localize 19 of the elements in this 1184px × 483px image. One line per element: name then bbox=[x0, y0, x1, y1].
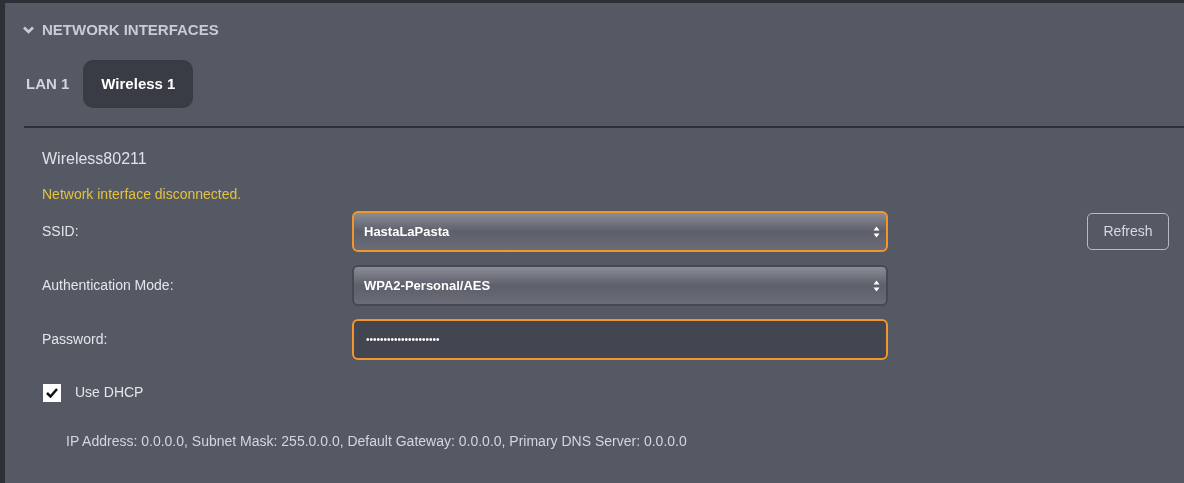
field-label: Authentication Mode: bbox=[42, 276, 175, 295]
dropdown[interactable]: HastaLaPasta bbox=[352, 211, 888, 252]
section-title: NETWORK INTERFACES bbox=[42, 19, 219, 40]
updown-caret-icon bbox=[873, 279, 880, 292]
status-message: Network interface disconnected. bbox=[42, 185, 243, 202]
updown-caret-icon bbox=[873, 225, 880, 238]
password-field[interactable]: ••••••••••••••••••••• bbox=[352, 319, 888, 360]
dropdown[interactable]: WPA2-Personal/AES bbox=[352, 265, 888, 306]
refresh-button[interactable]: Refresh bbox=[1087, 213, 1169, 250]
dhcp-checkbox[interactable] bbox=[43, 383, 61, 402]
field-label: Password: bbox=[42, 330, 109, 349]
ip-info-text: IP Address: 0.0.0.0, Subnet Mask: 255.0.0.0, Default Gateway: 0.0.0.0, Primary DNS Server: 0.0.0.0 bbox=[65, 432, 688, 451]
field-label: SSID: bbox=[42, 222, 80, 241]
tab[interactable]: Wireless 1 bbox=[83, 60, 194, 108]
checkbox-label: Use DHCP bbox=[75, 383, 144, 402]
tab[interactable]: LAN 1 bbox=[26, 60, 70, 108]
chevron-icon[interactable] bbox=[23, 26, 34, 34]
interface-name: Wireless80211 bbox=[42, 149, 148, 169]
checkmark-icon bbox=[46, 387, 58, 398]
